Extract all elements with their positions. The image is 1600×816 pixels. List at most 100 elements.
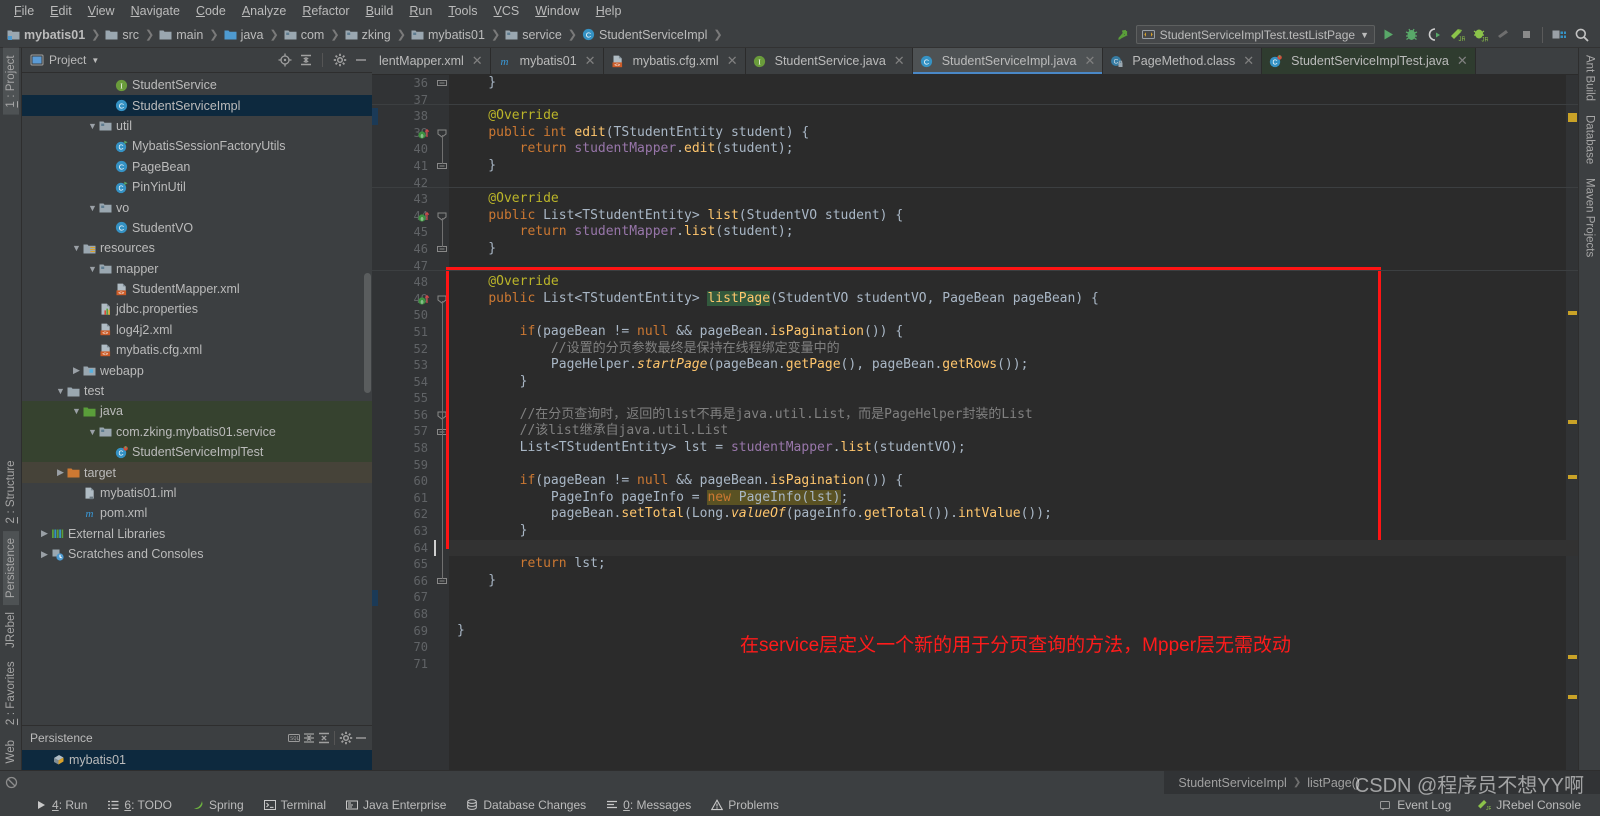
hide-icon[interactable] (353, 53, 368, 68)
code-line[interactable]: //设置的分页参数最终是保持在线程绑定变量中的 (457, 341, 1566, 358)
code-line[interactable]: } (457, 158, 1566, 175)
collapse-all-icon[interactable] (316, 730, 331, 745)
breadcrumb-item-java[interactable]: java (223, 28, 266, 42)
locate-icon[interactable] (277, 53, 292, 68)
chevron-down-icon[interactable]: ▼ (70, 243, 83, 253)
menu-item-navigate[interactable]: Navigate (123, 2, 188, 20)
editor-tab-pagemethod-class[interactable]: C PageMethod.class ✕ (1103, 48, 1263, 74)
left-tool-tab-1-project[interactable]: 1: Project (2, 48, 19, 115)
menu-item-vcs[interactable]: VCS (486, 2, 528, 20)
editor-tab-studentserviceimpltest-java[interactable]: C StudentServiceImplTest.java ✕ (1262, 48, 1476, 74)
code-line[interactable]: } (457, 573, 1566, 590)
menu-item-refactor[interactable]: Refactor (294, 2, 357, 20)
tree-node-mybatissessionfactoryutils[interactable]: C MybatisSessionFactoryUtils (22, 136, 372, 156)
expand-all-icon[interactable] (301, 730, 316, 745)
code-line[interactable] (457, 390, 1566, 407)
chevron-down-icon[interactable]: ▼ (86, 203, 99, 213)
project-tree[interactable]: I StudentService C StudentServiceImpl ▼ util C… (22, 73, 372, 725)
code-line[interactable]: //该list继承自java.util.List (457, 423, 1566, 440)
tree-node-studentserviceimpltest[interactable]: C StudentServiceImplTest (22, 442, 372, 463)
code-line[interactable]: @Override (457, 274, 1566, 291)
project-structure-button[interactable] (1549, 25, 1569, 45)
code-line[interactable]: pageBean.setTotal(Long.valueOf(pageInfo.… (457, 506, 1566, 523)
chevron-right-icon[interactable]: ▶ (38, 549, 51, 560)
jrebel-debug-button[interactable]: JR (1470, 25, 1490, 45)
close-icon[interactable]: ✕ (1085, 53, 1096, 69)
collapse-all-icon[interactable] (298, 53, 313, 68)
right-tool-tab-database[interactable]: Database (1582, 108, 1598, 171)
tool-window-button-database-changes[interactable]: Database Changes (457, 796, 595, 814)
fold-marker[interactable] (437, 78, 447, 88)
menu-item-analyze[interactable]: Analyze (234, 2, 294, 20)
tool-window-button-jrebel-console[interactable]: JR JRebel Console (1468, 796, 1590, 814)
code-line[interactable]: //在分页查询时，返回的list不再是java.util.List，而是Page… (457, 407, 1566, 424)
code-line[interactable] (457, 589, 1566, 606)
tool-window-button-0-messages[interactable]: 0: Messages (597, 796, 700, 814)
editor-marker[interactable] (1568, 475, 1577, 479)
tree-node-vo[interactable]: ▼ vo (22, 197, 372, 217)
code-line[interactable]: public List<TStudentEntity> listPage(Stu… (457, 290, 1566, 308)
code-line[interactable]: public int edit(TStudentEntity student) … (457, 125, 1566, 142)
tree-node-target[interactable]: ▶ target (22, 462, 372, 483)
chevron-down-icon[interactable]: ▼ (54, 386, 67, 396)
code-line[interactable] (457, 606, 1566, 623)
code-editor[interactable]: 3637383940414243444546474849505152535455… (372, 75, 1578, 770)
tree-node-jdbc-properties[interactable]: jdbc.properties (22, 299, 372, 319)
status-breadcrumb-item[interactable]: listPage() (1307, 776, 1360, 790)
hide-icon[interactable] (353, 730, 368, 745)
editor-marker[interactable] (1568, 311, 1577, 315)
code-line[interactable]: } (457, 75, 1566, 92)
chevron-down-icon[interactable]: ▼ (86, 121, 99, 131)
search-everywhere-button[interactable] (1572, 25, 1592, 45)
source-code[interactable]: } @Override public int edit(TStudentEnti… (449, 75, 1566, 770)
breadcrumb-item-main[interactable]: main (158, 28, 205, 42)
chevron-down-icon[interactable]: ▼ (86, 264, 99, 274)
close-icon[interactable]: ✕ (1457, 53, 1468, 69)
status-breadcrumb-item[interactable]: StudentServiceImpl (1178, 776, 1286, 790)
tree-node-util[interactable]: ▼ util (22, 116, 372, 136)
tree-node-pom-xml[interactable]: m pom.xml (22, 503, 372, 523)
code-line[interactable]: } (457, 523, 1566, 540)
menu-item-help[interactable]: Help (588, 2, 630, 20)
tree-node-mybatis01-iml[interactable]: mybatis01.iml (22, 483, 372, 503)
tool-window-button-java-enterprise[interactable]: Java Enterprise (337, 796, 455, 814)
tree-node-studentservice[interactable]: I StudentService (22, 75, 372, 95)
editor-marker[interactable] (1568, 695, 1577, 699)
code-line[interactable]: return studentMapper.list(student); (457, 224, 1566, 241)
code-line[interactable] (457, 175, 1566, 192)
line-number-gutter[interactable]: 3637383940414243444546474849505152535455… (372, 75, 434, 770)
code-line[interactable] (457, 307, 1566, 324)
code-line[interactable] (457, 258, 1566, 275)
chevron-right-icon[interactable]: ▶ (38, 528, 51, 539)
menu-item-edit[interactable]: Edit (42, 2, 80, 20)
code-line[interactable]: if(pageBean != null && pageBean.isPagina… (457, 324, 1566, 341)
code-line[interactable]: } (457, 374, 1566, 391)
breadcrumb-item-com[interactable]: com (283, 28, 327, 42)
tool-window-button-spring[interactable]: Spring (183, 796, 253, 814)
chevron-down-icon[interactable]: ▼ (91, 56, 99, 65)
left-tool-tab-jrebel[interactable]: JRebel (3, 605, 19, 655)
code-line[interactable] (457, 457, 1566, 474)
override-method-icon[interactable]: o (418, 211, 430, 223)
code-line[interactable]: PageHelper.startPage(pageBean.getPage(),… (457, 357, 1566, 374)
override-method-icon[interactable]: o (418, 294, 430, 306)
tree-node-resources[interactable]: ▼ resources (22, 238, 372, 258)
code-line[interactable] (457, 656, 1566, 673)
editor-marker[interactable] (1568, 655, 1577, 659)
chevron-down-icon[interactable]: ▼ (1360, 30, 1369, 40)
tool-window-button-event-log[interactable]: Event Log (1371, 796, 1460, 814)
menu-item-tools[interactable]: Tools (440, 2, 485, 20)
tree-node-test[interactable]: ▼ test (22, 381, 372, 401)
tree-node-studentserviceimpl[interactable]: C StudentServiceImpl (22, 95, 372, 116)
persistence-tree[interactable]: mybatis01 (22, 749, 372, 770)
tool-window-button-problems[interactable]: Problems (702, 796, 788, 814)
breadcrumb-item-service[interactable]: service (504, 28, 564, 42)
close-icon[interactable]: ✕ (585, 53, 596, 69)
editor-tab-mybatis01[interactable]: m mybatis01 ✕ (491, 48, 604, 74)
code-line[interactable]: return lst; (457, 556, 1566, 573)
tree-node-mybatis-cfg-xml[interactable]: <> mybatis.cfg.xml (22, 340, 372, 360)
breadcrumb-item-zking[interactable]: zking (344, 28, 393, 42)
tree-node-studentmapper-xml[interactable]: <> StudentMapper.xml (22, 279, 372, 299)
editor-tab-lentmapper-xml[interactable]: lentMapper.xml ✕ (372, 48, 491, 74)
right-tool-tab-ant-build[interactable]: Ant Build (1582, 48, 1598, 108)
